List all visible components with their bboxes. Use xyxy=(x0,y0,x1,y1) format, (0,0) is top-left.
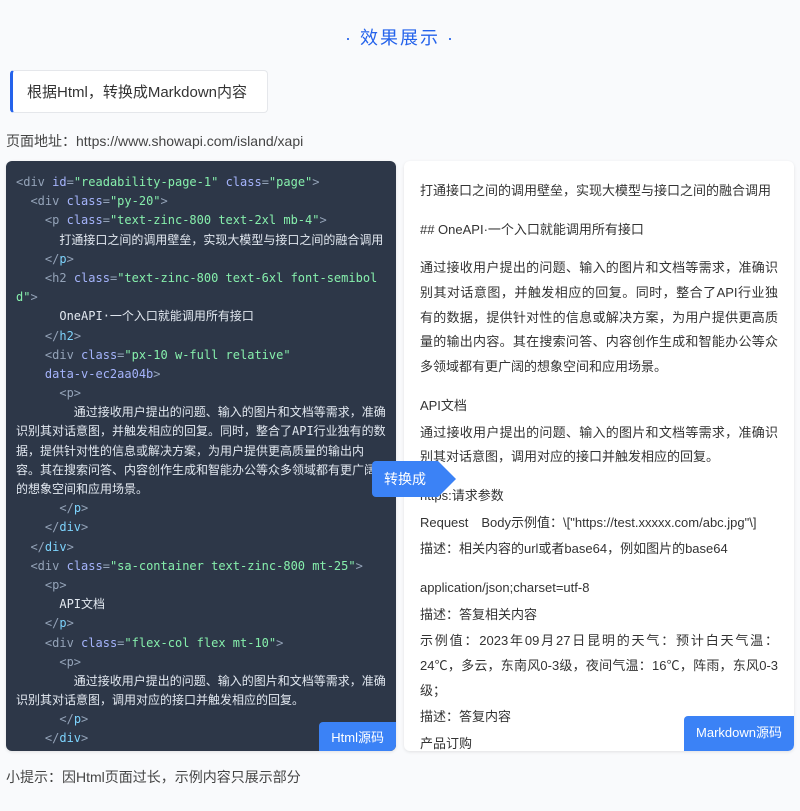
code-block: <div id="readability-page-1" class="page… xyxy=(16,173,386,751)
footer-hint: 小提示：因Html页面过长，示例内容只展示部分 xyxy=(0,751,800,811)
md-line: 描述：答复相关内容 xyxy=(420,603,778,628)
html-badge: Html源码 xyxy=(319,722,396,751)
md-line: 示例值：2023年09月27日昆明的天气：预计白天气温：24℃，多云，东南风0-… xyxy=(420,629,778,703)
arrow-head-icon xyxy=(438,461,456,497)
md-line: https:请求参数 xyxy=(420,484,778,509)
markdown-badge: Markdown源码 xyxy=(684,716,794,751)
url-value: https://www.showapi.com/island/xapi xyxy=(76,133,303,149)
html-source-panel: <div id="readability-page-1" class="page… xyxy=(6,161,396,751)
arrow-label: 转换成 xyxy=(372,461,438,497)
md-line: API文档 xyxy=(420,394,778,419)
section-title: · 效果展示 · xyxy=(0,0,800,70)
md-line: ## OneAPI·一个入口就能调用所有接口 xyxy=(420,218,778,243)
md-line: application/json;charset=utf-8 xyxy=(420,576,778,601)
feature-tag: 根据Html，转换成Markdown内容 xyxy=(10,70,268,113)
page-url-row: 页面地址：https://www.showapi.com/island/xapi xyxy=(6,131,800,151)
md-line: 打通接口之间的调用壁垒，实现大模型与接口之间的融合调用 xyxy=(420,179,778,204)
convert-arrow: 转换成 xyxy=(372,461,456,497)
url-label: 页面地址： xyxy=(6,133,76,149)
md-line: 通过接收用户提出的问题、输入的图片和文档等需求，准确识别其对话意图，并触发相应的… xyxy=(420,256,778,379)
comparison-panels: <div id="readability-page-1" class="page… xyxy=(0,161,800,751)
md-line: Request Body示例值：\["https://test.xxxxx.co… xyxy=(420,511,778,536)
md-line: 描述：相关内容的url或者base64，例如图片的base64 xyxy=(420,537,778,562)
markdown-output-panel: 打通接口之间的调用壁垒，实现大模型与接口之间的融合调用 ## OneAPI·一个… xyxy=(404,161,794,751)
md-line: 通过接收用户提出的问题、输入的图片和文档等需求，准确识别其对话意图，调用对应的接… xyxy=(420,421,778,470)
